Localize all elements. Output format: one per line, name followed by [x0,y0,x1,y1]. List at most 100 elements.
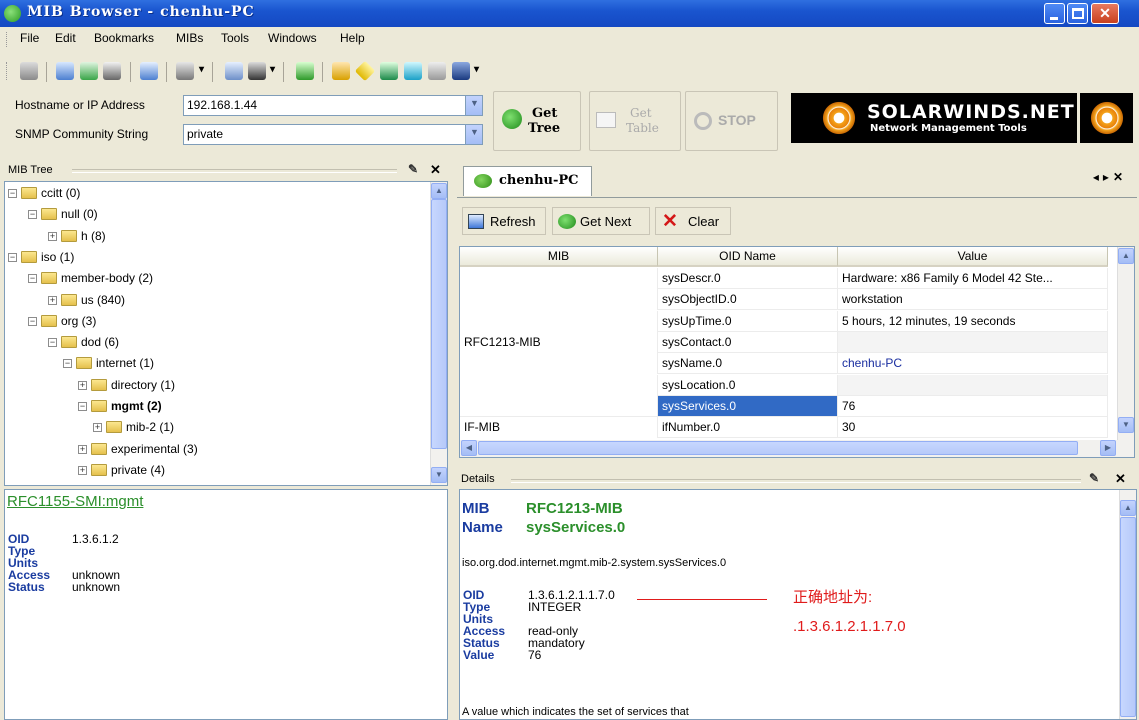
clear-button[interactable]: ✕ Clear [655,207,731,235]
table-cell-value[interactable]: Hardware: x86 Family 6 Model 42 Ste... [838,268,1108,289]
scroll-down-icon[interactable]: ▼ [1118,417,1134,433]
close-panel-icon[interactable]: ✕ [430,162,441,178]
export-icon[interactable] [80,62,98,80]
tab-close-icon[interactable]: ✕ [1113,170,1127,184]
table-cell-value[interactable]: workstation [838,289,1108,311]
menu-mibs[interactable]: MIBs [176,31,203,45]
column-header-mib[interactable]: MIB [460,247,658,267]
table-cell-oid[interactable]: sysObjectID.0 [658,289,838,311]
table-cell-mib[interactable] [460,374,658,396]
pin-icon[interactable]: ✎ [408,162,418,176]
collapse-icon[interactable]: − [78,402,87,411]
table-cell-value[interactable] [838,331,1108,353]
collapse-icon[interactable]: − [28,316,37,326]
table-cell-value[interactable]: 76 [838,395,1108,417]
table-cell-oid[interactable]: sysDescr.0 [658,268,838,289]
scroll-right-icon[interactable]: ▶ [1100,440,1116,456]
window-icon[interactable] [428,62,446,80]
table-cell-value[interactable]: chenhu-PC [838,353,1108,375]
community-input[interactable]: private ▼ [183,124,483,145]
table-cell-mib[interactable] [460,395,658,417]
column-header-oid-name[interactable]: OID Name [658,247,838,267]
monitor-icon[interactable] [452,62,470,80]
menu-edit[interactable]: Edit [55,31,76,45]
table-vscrollbar[interactable]: ▲ ▼ [1117,247,1134,441]
tree-scrollbar[interactable]: ▲ ▼ [430,182,447,485]
binoculars-icon[interactable] [248,62,266,80]
table-hscrollbar[interactable]: ◀ ▶ [460,440,1134,457]
hscroll-thumb[interactable] [478,441,1078,455]
refresh-button[interactable]: Refresh [462,207,546,235]
host-input[interactable]: 192.168.1.44 ▼ [183,95,483,116]
add-icon[interactable] [56,62,74,80]
find-icon[interactable] [103,62,121,80]
expand-icon[interactable]: + [78,465,87,475]
table-cell-oid[interactable]: sysUpTime.0 [658,310,838,332]
menu-tools[interactable]: Tools [221,31,249,45]
scroll-left-icon[interactable]: ◀ [461,440,477,456]
collapse-icon[interactable]: − [63,359,72,369]
get-next-button[interactable]: Get Next [552,207,650,235]
tab-next-icon[interactable]: ▸ [1103,170,1113,184]
table-cell-mib[interactable] [460,310,658,332]
table-cell-oid[interactable]: sysContact.0 [658,331,838,353]
table-cell-oid[interactable]: sysName.0 [658,353,838,375]
table-cell-mib[interactable] [460,268,658,289]
menu-help[interactable]: Help [340,31,365,45]
table-cell-mib[interactable]: IF-MIB [460,417,658,439]
tab-prev-icon[interactable]: ◂ [1093,170,1103,184]
column-header-value[interactable]: Value [838,247,1108,267]
table-cell-mib[interactable] [460,289,658,311]
table-cell-value[interactable]: 30 [838,417,1108,439]
scroll-thumb[interactable] [431,199,447,449]
scroll-up-icon[interactable]: ▲ [1118,248,1134,264]
minimize-button[interactable] [1044,3,1065,24]
bookmark-icon[interactable] [140,62,158,80]
expand-icon[interactable]: + [48,231,57,241]
results-table[interactable]: MIB OID Name Value sysDescr.0 Hardware: x… [459,246,1135,458]
menu-bookmarks[interactable]: Bookmarks [94,31,154,45]
table-cell-value[interactable] [838,374,1108,396]
maximize-button[interactable] [1067,3,1088,24]
expand-icon[interactable]: + [78,380,87,390]
table-cell-mib[interactable] [460,353,658,375]
collapse-icon[interactable]: − [48,338,57,348]
pin-icon[interactable]: ✎ [1089,471,1099,485]
get-table-button[interactable]: Get Table [589,91,681,151]
table-cell-value[interactable]: 5 hours, 12 minutes, 19 seconds [838,310,1108,332]
stop-button[interactable]: STOP [685,91,778,151]
menu-file[interactable]: File [20,31,39,45]
printer-icon[interactable] [20,62,38,80]
snmp-icon[interactable] [404,62,422,80]
close-panel-icon[interactable]: ✕ [1115,471,1126,487]
get-tree-button[interactable]: Get Tree [493,91,581,151]
table-cell-oid[interactable]: ifNumber.0 [658,417,838,439]
expand-icon[interactable]: + [93,423,102,433]
graph-icon[interactable] [296,62,314,80]
table-cell-mib[interactable]: RFC1213-MIB [460,331,658,353]
properties-icon[interactable] [176,62,194,80]
eye-icon[interactable] [380,62,398,80]
expand-icon[interactable]: + [78,444,87,454]
collapse-icon[interactable]: − [8,189,17,198]
menu-windows[interactable]: Windows [268,31,317,45]
mib-tree[interactable]: − ccitt (0) − null (0) + h (8) − iso (1) − member… [4,181,448,486]
scroll-thumb[interactable] [1120,517,1136,717]
collapse-icon[interactable]: − [28,210,37,220]
community-dropdown-icon[interactable]: ▼ [465,125,482,144]
scroll-down-icon[interactable]: ▼ [431,467,447,483]
close-button[interactable]: ✕ [1091,3,1119,24]
collapse-icon[interactable]: − [8,252,17,262]
diamond-icon[interactable] [354,60,376,82]
details-scrollbar[interactable]: ▲ [1119,490,1136,719]
scroll-up-icon[interactable]: ▲ [431,183,447,199]
tab-chenhu-pc[interactable]: chenhu-PC [463,166,592,196]
scroll-up-icon[interactable]: ▲ [1120,500,1136,516]
expand-icon[interactable]: + [48,295,57,305]
speaker-icon[interactable] [332,62,350,80]
collapse-icon[interactable]: − [28,274,37,284]
left-detail-title[interactable]: RFC1155-SMI:mgmt [7,493,143,510]
copy-icon[interactable] [225,62,243,80]
host-dropdown-icon[interactable]: ▼ [465,96,482,115]
table-cell-oid[interactable]: sysServices.0 [658,395,838,417]
